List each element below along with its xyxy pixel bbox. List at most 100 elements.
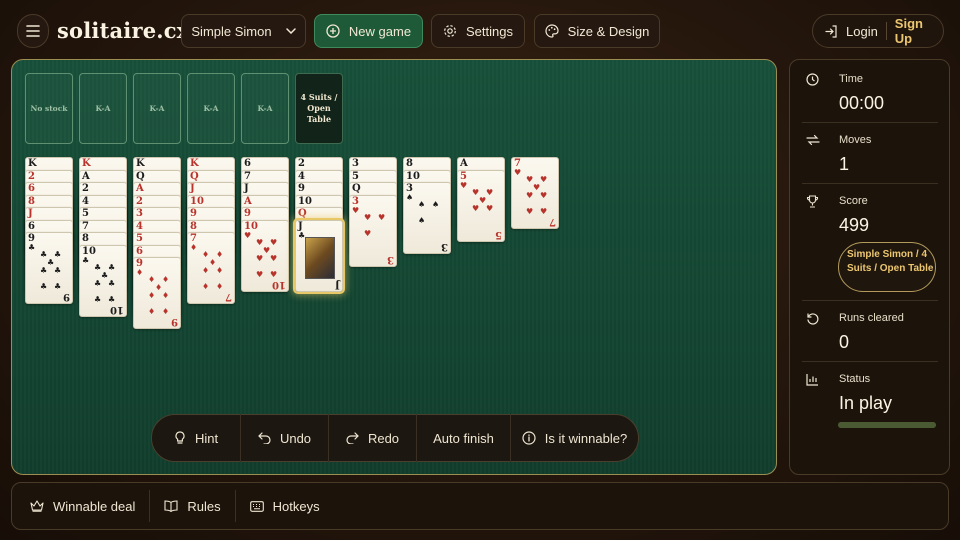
hotkeys-label: Hotkeys <box>272 498 320 514</box>
mode-line: 4 Suits / <box>300 92 338 102</box>
card-suit: ♣ <box>28 243 36 252</box>
status-label: Status <box>839 373 871 385</box>
winnable-deal-label: Winnable deal <box>53 498 136 514</box>
card-suit: ♠ <box>406 193 414 202</box>
foundation-slot-4[interactable]: K-A <box>241 73 289 144</box>
card-pip: ♥ <box>256 253 264 263</box>
menu-icon <box>26 25 40 37</box>
card-rank: A <box>82 170 90 182</box>
card-pip: ♥ <box>256 269 264 279</box>
size-design-button[interactable]: Size & Design <box>534 14 660 48</box>
foundation-slot-3[interactable]: K-A <box>187 73 235 144</box>
card-pip: ♥ <box>378 212 386 222</box>
hotkeys-button[interactable]: Hotkeys <box>249 490 334 522</box>
rules-button[interactable]: Rules <box>164 490 236 522</box>
menu-button[interactable] <box>17 14 49 48</box>
stock-slot[interactable]: No stock <box>25 73 73 144</box>
time-value: 00:00 <box>839 93 885 113</box>
card-rank: 7 <box>82 220 89 232</box>
card-pip: ♣ <box>54 250 62 259</box>
tableau-card[interactable]: 9 ♣ 9 ♣ ♣ ♣ ♣ ♣ ♣ ♣ <box>25 232 73 304</box>
auth-divider <box>885 22 887 40</box>
auto-finish-button[interactable]: Auto finish <box>417 414 511 462</box>
card-pip: ♦ <box>148 291 156 300</box>
undo-button[interactable]: Undo <box>241 414 329 462</box>
card-rank-corner: 7 <box>549 216 556 227</box>
card-pip: ♣ <box>94 294 102 304</box>
runs-label: Runs cleared <box>839 312 904 324</box>
score-value: 499 <box>839 215 870 235</box>
card-suit: ♥ <box>460 180 468 190</box>
lightbulb-icon <box>175 431 185 444</box>
foundation-slot-1[interactable]: K-A <box>79 73 127 144</box>
card-pip: ♦ <box>209 258 217 267</box>
card-suit: ♥ <box>352 205 360 215</box>
card-rank-corner: J <box>335 278 340 290</box>
card-rank-corner: 10 <box>272 278 286 290</box>
card-rank: Q <box>190 170 199 182</box>
game-select-value: Simple Simon <box>191 23 272 39</box>
login-button[interactable]: Login <box>813 24 878 39</box>
foundation-label: K-A <box>257 104 273 113</box>
tableau-card[interactable]: 9 ♦ 9 ♦ ♦ ♦ ♦ ♦ ♦ ♦ <box>133 257 181 329</box>
winnable-deal-button[interactable]: Winnable deal <box>12 490 151 522</box>
moves-label: Moves <box>839 134 872 146</box>
card-rank: 8 <box>190 220 197 232</box>
tableau-card[interactable]: 10 ♥ 10 ♥ ♥ ♥ ♥ ♥ ♥ ♥ <box>241 219 289 292</box>
card-rank: A <box>136 183 144 194</box>
card-rank: K <box>136 158 145 169</box>
tableau-card[interactable]: 10 ♣ 10 ♣ ♣ ♣ ♣ ♣ ♣ ♣ <box>79 244 127 317</box>
tableau-card[interactable]: 7 ♦ 7 ♦ ♦ ♦ ♦ ♦ ♦ ♦ <box>187 232 235 304</box>
card-pip: ♣ <box>94 278 102 288</box>
card-pip: ♥ <box>263 245 271 255</box>
card-rank: 4 <box>136 220 143 232</box>
card-rank: 2 <box>28 170 35 182</box>
card-pip: ♥ <box>270 253 278 263</box>
game-mode-badge: Simple Simon / 4 Suits / Open Table <box>838 242 936 292</box>
tableau-card[interactable]: 5 ♥ 5 ♥ ♥ ♥ ♥ ♥ <box>457 169 505 242</box>
game-select[interactable]: Simple Simon <box>181 14 306 48</box>
card-pip: ♦ <box>162 307 170 316</box>
undo-label: Undo <box>279 430 312 446</box>
card-rank-corner: 3 <box>441 241 448 252</box>
selected-card[interactable]: J ♣ J <box>293 217 345 294</box>
card-rank: J <box>190 183 195 194</box>
tableau-card[interactable]: 3 ♠ 3 ♠ ♠ ♠ <box>403 182 451 254</box>
crown-icon <box>30 500 44 512</box>
mode-badge-slot: 4 Suits / Open Table <box>295 73 343 144</box>
rules-label: Rules <box>187 498 221 514</box>
hint-button[interactable]: Hint <box>152 414 241 462</box>
settings-button[interactable]: Settings <box>431 14 525 48</box>
card-pip: ♥ <box>472 203 480 213</box>
new-game-label: New game <box>348 23 412 39</box>
foundation-slot-2[interactable]: K-A <box>133 73 181 144</box>
tableau-card[interactable]: 7 ♥ 7 ♥ ♥ ♥ ♥ ♥ ♥ ♥ <box>511 157 559 229</box>
new-game-button[interactable]: New game <box>314 14 423 48</box>
logo[interactable]: solitaire.cx <box>57 18 190 43</box>
clock-icon <box>806 73 819 86</box>
card-pip: ♠ <box>418 216 426 225</box>
card-pip: ♦ <box>162 291 170 300</box>
card-rank: 7 <box>244 170 251 182</box>
redo-button[interactable]: Redo <box>329 414 417 462</box>
auth-group: Login Sign Up <box>812 14 944 48</box>
undo-icon <box>258 432 271 444</box>
card-rank: 5 <box>136 233 143 244</box>
card-rank: 9 <box>298 183 305 194</box>
stat-divider <box>802 122 938 123</box>
card-rank: 6 <box>244 158 251 169</box>
card-pip: ♥ <box>540 191 548 200</box>
status-value: In play <box>839 393 893 413</box>
card-rank: K <box>82 158 91 169</box>
stat-divider <box>802 361 938 362</box>
tableau-card[interactable]: 3 ♥ 3 ♥ ♥ ♥ <box>349 194 397 267</box>
card-pip: ♣ <box>47 258 55 267</box>
card-rank: 10 <box>406 170 420 182</box>
bar-chart-icon <box>806 374 818 386</box>
is-winnable-button[interactable]: Is it winnable? <box>511 414 638 462</box>
card-pip: ♥ <box>540 207 548 216</box>
refresh-icon <box>807 313 819 325</box>
score-label: Score <box>839 195 868 207</box>
signup-button[interactable]: Sign Up <box>895 16 943 46</box>
card-pip: ♥ <box>364 228 372 238</box>
